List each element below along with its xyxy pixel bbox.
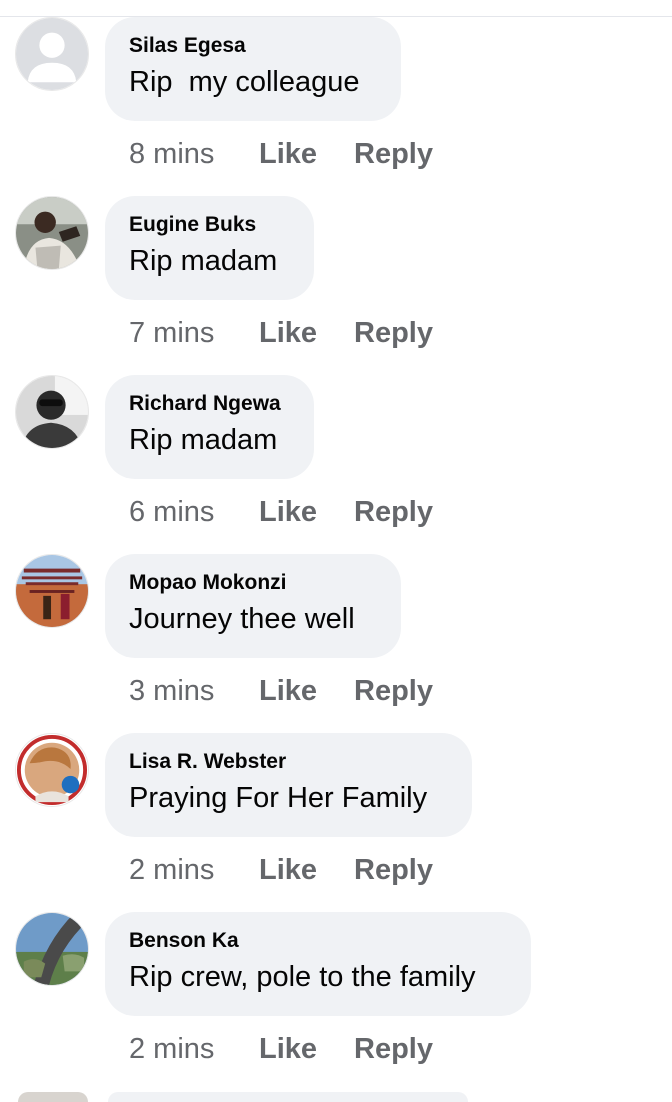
comment-time[interactable]: 2 mins bbox=[129, 854, 259, 887]
avatar[interactable] bbox=[15, 196, 89, 270]
reply-button[interactable]: Reply bbox=[354, 1033, 433, 1066]
comment-text: Rip my colleague bbox=[129, 66, 360, 98]
reply-button[interactable]: Reply bbox=[354, 317, 433, 350]
avatar[interactable] bbox=[15, 912, 89, 986]
comment-time[interactable]: 8 mins bbox=[129, 138, 259, 171]
user-photo-icon bbox=[16, 555, 88, 627]
like-button[interactable]: Like bbox=[259, 317, 354, 350]
comment-text: Rip crew, pole to the family bbox=[129, 961, 476, 993]
comment-item: Silas Egesa Rip my colleague 8 mins Like… bbox=[0, 0, 672, 179]
comment-text: Rip madam bbox=[129, 424, 278, 456]
comment-meta: 8 mins Like Reply bbox=[129, 134, 433, 174]
comment-item: Richard Ngewa Rip madam 6 mins Like Repl… bbox=[0, 358, 672, 537]
avatar[interactable] bbox=[15, 17, 89, 91]
comment-text: Rip madam bbox=[129, 245, 278, 277]
comment-time[interactable]: 6 mins bbox=[129, 496, 259, 529]
user-photo-icon bbox=[16, 734, 88, 806]
avatar[interactable] bbox=[15, 375, 89, 449]
comment-meta: 3 mins Like Reply bbox=[129, 671, 433, 711]
default-profile-icon bbox=[16, 18, 88, 90]
comment-bubble: Benson Ka Rip crew, pole to the family bbox=[105, 912, 531, 1016]
like-button[interactable]: Like bbox=[259, 675, 354, 708]
like-button[interactable]: Like bbox=[259, 1033, 354, 1066]
comment-time[interactable]: 3 mins bbox=[129, 675, 259, 708]
comment-author[interactable]: Mopao Mokonzi bbox=[129, 570, 376, 596]
user-photo-icon bbox=[16, 913, 88, 985]
comment-bubble: Richard Ngewa Rip madam bbox=[105, 375, 314, 479]
avatar[interactable] bbox=[15, 733, 89, 807]
comment-bubble: Eugine Buks Rip madam bbox=[105, 196, 314, 300]
user-photo-icon bbox=[16, 376, 88, 448]
comment-author[interactable]: Eugine Buks bbox=[129, 212, 289, 238]
comment-text: Journey thee well bbox=[129, 603, 355, 635]
comment-meta: 2 mins Like Reply bbox=[129, 850, 433, 890]
comment-meta: 6 mins Like Reply bbox=[129, 492, 433, 532]
reply-button[interactable]: Reply bbox=[354, 496, 433, 529]
comment-time[interactable]: 7 mins bbox=[129, 317, 259, 350]
comment-author[interactable]: Lisa R. Webster bbox=[129, 749, 447, 775]
avatar[interactable] bbox=[15, 554, 89, 628]
comment-bubble bbox=[108, 1092, 468, 1102]
comment-author[interactable]: Benson Ka bbox=[129, 928, 506, 954]
comment-author[interactable]: Richard Ngewa bbox=[129, 391, 289, 417]
like-button[interactable]: Like bbox=[259, 138, 354, 171]
reply-button[interactable]: Reply bbox=[354, 854, 433, 887]
comment-bubble: Mopao Mokonzi Journey thee well bbox=[105, 554, 401, 658]
comment-meta: 7 mins Like Reply bbox=[129, 313, 433, 353]
comment-text: Praying For Her Family bbox=[129, 782, 428, 814]
comment-item: Mopao Mokonzi Journey thee well 3 mins L… bbox=[0, 537, 672, 716]
comment-item: Lisa R. Webster Praying For Her Family 2… bbox=[0, 716, 672, 895]
like-button[interactable]: Like bbox=[259, 496, 354, 529]
comment-author[interactable]: Silas Egesa bbox=[129, 33, 376, 59]
user-photo-icon bbox=[16, 197, 88, 269]
comment-bubble: Lisa R. Webster Praying For Her Family bbox=[105, 733, 472, 837]
comment-time[interactable]: 2 mins bbox=[129, 1033, 259, 1066]
reply-button[interactable]: Reply bbox=[354, 675, 433, 708]
comment-meta: 2 mins Like Reply bbox=[129, 1029, 433, 1069]
like-button[interactable]: Like bbox=[259, 854, 354, 887]
comment-bubble: Silas Egesa Rip my colleague bbox=[105, 17, 401, 121]
reply-button[interactable]: Reply bbox=[354, 138, 433, 171]
comment-item: Eugine Buks Rip madam 7 mins Like Reply bbox=[0, 179, 672, 358]
comment-item: Benson Ka Rip crew, pole to the family 2… bbox=[0, 895, 672, 1074]
avatar[interactable] bbox=[18, 1092, 88, 1102]
